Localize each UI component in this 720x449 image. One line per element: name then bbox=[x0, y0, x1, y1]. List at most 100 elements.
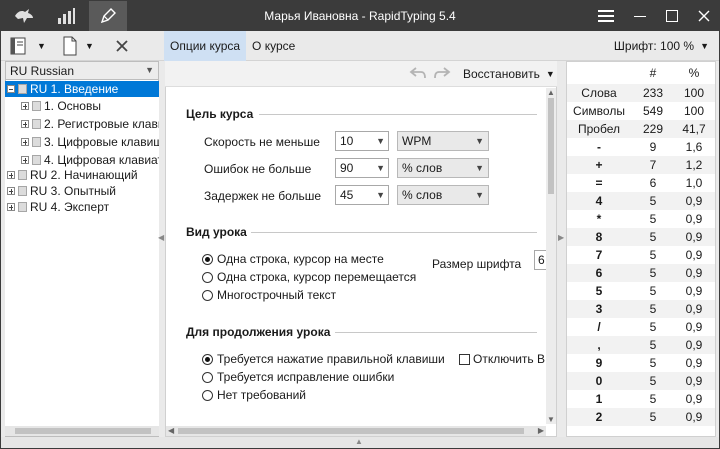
stat-percent: 100 bbox=[683, 104, 705, 118]
status-bar: ▲ bbox=[1, 437, 719, 448]
tree-item-numpad[interactable]: 4. Цифровая клавиатура bbox=[21, 152, 159, 168]
tree-item-label: RU 4. Эксперт bbox=[30, 200, 110, 214]
expand-icon[interactable] bbox=[21, 156, 29, 164]
scroll-up-icon[interactable]: ▲ bbox=[547, 88, 555, 97]
stat-count: 5 bbox=[649, 338, 657, 352]
font-size-label: Размер шрифта bbox=[432, 257, 522, 271]
expand-icon[interactable] bbox=[21, 138, 29, 146]
course-icon bbox=[18, 202, 27, 212]
expand-icon[interactable] bbox=[21, 102, 29, 110]
table-row: 7 5 0,9 bbox=[567, 246, 715, 264]
tree-item-experienced[interactable]: RU 3. Опытный bbox=[7, 183, 116, 199]
continue-correct-key-radio[interactable] bbox=[202, 354, 213, 365]
disable-checkbox[interactable] bbox=[459, 354, 470, 365]
expand-icon[interactable] bbox=[7, 203, 15, 211]
continue-fix-error-radio[interactable] bbox=[202, 372, 213, 383]
stat-key: = bbox=[595, 176, 603, 190]
font-zoom[interactable]: Шрифт: 100 % ▼ bbox=[614, 39, 709, 53]
right-splitter-arrow-icon[interactable]: ▶ bbox=[558, 233, 564, 242]
chevron-down-icon: ▼ bbox=[545, 69, 555, 79]
scrollbar-thumb[interactable] bbox=[15, 428, 151, 434]
table-row: 9 5 0,9 bbox=[567, 354, 715, 372]
stat-key: 7 bbox=[595, 248, 603, 262]
view-multiline-radio[interactable] bbox=[202, 290, 213, 301]
font-zoom-label: Шрифт: 100 % bbox=[613, 39, 695, 53]
chevron-down-icon: ▼ bbox=[376, 163, 385, 173]
tree-item-beginner[interactable]: RU 2. Начинающий bbox=[7, 167, 138, 183]
stats-header-count: # bbox=[649, 66, 657, 80]
options-horizontal-scrollbar[interactable]: ◀ ▶ bbox=[166, 426, 546, 436]
view-single-line-fixed-radio[interactable] bbox=[202, 254, 213, 265]
errors-input[interactable]: 90 ▼ bbox=[335, 158, 389, 178]
tree-item-shift-keys[interactable]: 2. Регистровые клавиш bbox=[21, 116, 159, 132]
speed-unit-select[interactable]: WPM ▼ bbox=[397, 131, 489, 151]
delays-input[interactable]: 45 ▼ bbox=[335, 185, 389, 205]
left-splitter-arrow-icon[interactable]: ◀ bbox=[158, 233, 164, 242]
tree-horizontal-scrollbar[interactable] bbox=[5, 426, 159, 436]
scroll-left-icon[interactable]: ◀ bbox=[168, 426, 174, 435]
course-book-icon[interactable] bbox=[9, 36, 31, 59]
stat-key: + bbox=[595, 158, 603, 172]
tree-item-expert[interactable]: RU 4. Эксперт bbox=[7, 199, 109, 215]
stat-count: 5 bbox=[649, 356, 657, 370]
speed-input[interactable]: 10 ▼ bbox=[335, 131, 389, 151]
delays-unit-select[interactable]: % слов ▼ bbox=[397, 185, 489, 205]
stat-percent: 0,9 bbox=[685, 320, 703, 334]
options-vertical-scrollbar[interactable]: ▲ ▼ bbox=[546, 88, 556, 424]
tree-item-basics[interactable]: 1. Основы bbox=[21, 98, 101, 114]
errors-input-value: 90 bbox=[340, 161, 354, 175]
tree-item-label: 4. Цифровая клавиатура bbox=[44, 153, 159, 167]
divider bbox=[251, 232, 537, 233]
continue-no-requirements-radio[interactable] bbox=[202, 390, 213, 401]
new-document-icon[interactable] bbox=[61, 36, 79, 59]
tab-course-options[interactable]: Опции курса bbox=[164, 31, 247, 61]
font-zoom-arrow-icon: ▼ bbox=[700, 41, 709, 51]
undo-icon[interactable] bbox=[409, 66, 427, 83]
stat-percent: 0,9 bbox=[685, 356, 703, 370]
collapse-icon[interactable] bbox=[7, 85, 15, 93]
redo-icon[interactable] bbox=[433, 66, 451, 83]
errors-unit-select[interactable]: % слов ▼ bbox=[397, 158, 489, 178]
stat-key: 4 bbox=[595, 194, 603, 208]
restore-button[interactable]: Восстановить ▼ bbox=[463, 67, 555, 81]
table-row: = 6 1,0 bbox=[567, 174, 715, 192]
new-dropdown-arrow-icon[interactable]: ▼ bbox=[85, 41, 94, 51]
stat-count: 7 bbox=[649, 158, 657, 172]
stat-count: 6 bbox=[649, 176, 657, 190]
maximize-icon[interactable] bbox=[657, 1, 687, 31]
bottom-splitter-arrow-icon[interactable]: ▲ bbox=[355, 437, 363, 446]
course-tree: RU 1. Введение 1. Основы 2. Регистровые … bbox=[5, 81, 159, 426]
divider bbox=[335, 332, 537, 333]
expand-icon[interactable] bbox=[7, 171, 15, 179]
tree-item-label: RU 1. Введение bbox=[30, 82, 119, 96]
continue-fix-error-label: Требуется исправление ошибки bbox=[217, 370, 395, 384]
delete-icon[interactable] bbox=[115, 39, 129, 56]
minimize-icon[interactable] bbox=[625, 1, 655, 31]
close-icon[interactable] bbox=[689, 1, 719, 31]
menu-icon[interactable] bbox=[591, 1, 621, 31]
table-row: 1 5 0,9 bbox=[567, 390, 715, 408]
scroll-down-icon[interactable]: ▼ bbox=[547, 415, 555, 424]
course-dropdown-arrow-icon[interactable]: ▼ bbox=[37, 41, 46, 51]
tree-item-digit-keys[interactable]: 3. Цифровые клавиши bbox=[21, 134, 159, 150]
table-row: , 5 0,9 bbox=[567, 336, 715, 354]
stat-key: * bbox=[596, 212, 602, 226]
scroll-right-icon[interactable]: ▶ bbox=[538, 426, 544, 435]
scrollbar-thumb[interactable] bbox=[178, 428, 524, 434]
view-single-line-moving-radio[interactable] bbox=[202, 272, 213, 283]
expand-icon[interactable] bbox=[7, 187, 15, 195]
font-size-value: 6 bbox=[538, 253, 545, 267]
language-select-value: RU Russian bbox=[10, 64, 75, 78]
table-row: * 5 0,9 bbox=[567, 210, 715, 228]
restore-label: Восстановить bbox=[463, 67, 540, 81]
stats-header: # % bbox=[567, 64, 715, 82]
lesson-icon bbox=[32, 155, 41, 165]
scrollbar-thumb[interactable] bbox=[548, 98, 554, 194]
language-select[interactable]: RU Russian ▼ bbox=[5, 61, 159, 80]
delays-label: Задержек не больше bbox=[204, 189, 322, 203]
stat-percent: 1,2 bbox=[685, 158, 703, 172]
tree-item-label: 3. Цифровые клавиши bbox=[44, 135, 159, 149]
tree-item-intro[interactable]: RU 1. Введение bbox=[5, 81, 159, 97]
expand-icon[interactable] bbox=[21, 120, 29, 128]
tab-about-course[interactable]: О курсе bbox=[246, 31, 301, 61]
